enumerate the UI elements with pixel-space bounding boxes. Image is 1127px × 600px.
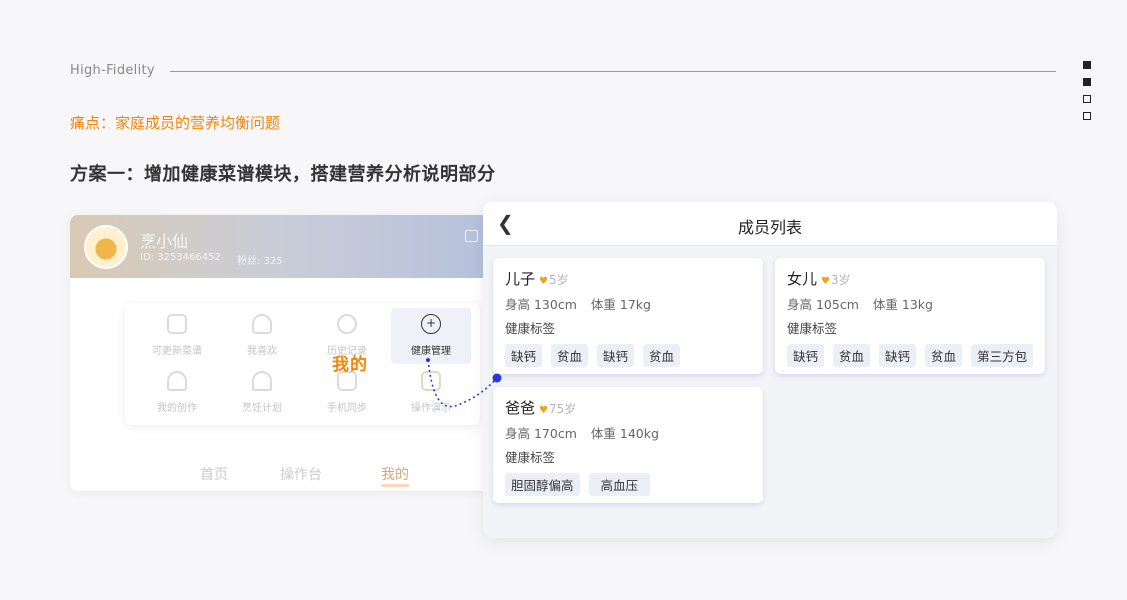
member-age: 3岁 [830, 273, 851, 287]
grid-item-cooking-plan[interactable]: 烹饪计划 [222, 365, 302, 421]
nav-tab-workbench[interactable]: 操作台 [280, 464, 322, 484]
member-age: 5岁 [548, 273, 569, 287]
grid-item-favorites[interactable]: 我喜欢 [222, 308, 302, 364]
grid-item-label: 手机同步 [327, 403, 367, 414]
grid-item-label: 我的创作 [157, 403, 197, 414]
crown-icon: ♥ [821, 276, 830, 287]
member-weight: 体重 17kg [590, 297, 651, 312]
avatar[interactable] [84, 225, 128, 269]
member-height: 身高 170cm [505, 426, 577, 441]
nav-tab-mine[interactable]: 我的 [381, 464, 409, 487]
recipe-edit-icon [167, 314, 187, 334]
crown-icon: ♥ [539, 405, 548, 416]
member-list-header: ❮ 成员列表 [483, 202, 1057, 246]
grid-item-label: 烹饪计划 [242, 403, 282, 414]
grid-item-recipe-update[interactable]: 可更新菜谱 [137, 308, 217, 364]
grid-item-label: 可更新菜谱 [152, 346, 202, 357]
health-tag[interactable]: 贫血 [925, 344, 963, 367]
chef-hat-icon [167, 371, 187, 391]
member-card-daughter[interactable]: 女儿 ♥ 3岁 身高 105cm 体重 13kg 健康标签 缺钙 贫血 缺钙 贫血… [775, 258, 1045, 374]
high-fidelity-label: High-Fidelity [70, 63, 155, 78]
header-divider [170, 71, 1056, 72]
grid-item-creations[interactable]: 我的创作 [137, 365, 217, 421]
history-icon [337, 314, 357, 334]
health-tag[interactable]: 缺钙 [787, 344, 825, 367]
mine-callout: 我的 [332, 355, 368, 375]
cloche-icon [252, 371, 272, 391]
grid-item-label: 我喜欢 [247, 346, 277, 357]
pager-dot-3[interactable] [1083, 95, 1091, 103]
health-tags-label: 健康标签 [505, 450, 556, 465]
member-weight: 体重 13kg [872, 297, 933, 312]
member-name: 女儿 [787, 270, 818, 288]
member-name: 儿子 [505, 270, 536, 288]
member-height: 身高 105cm [787, 297, 859, 312]
health-tag[interactable]: 贫血 [551, 344, 589, 367]
pain-point-text: 痛点：家庭成员的营养均衡问题 [70, 114, 281, 132]
health-tags: 缺钙 贫血 缺钙 贫血 [505, 344, 751, 367]
grid-item-label: 操作演示 [411, 403, 451, 414]
health-tag[interactable]: 缺钙 [597, 344, 635, 367]
pager-dot-4[interactable] [1083, 112, 1091, 120]
health-drop-icon: + [421, 314, 441, 334]
profile-card-icon[interactable] [465, 230, 478, 242]
health-tag[interactable]: 胆固醇偏高 [505, 473, 580, 496]
health-tags-label: 健康标签 [787, 321, 838, 336]
health-tag[interactable]: 第三方包 [971, 344, 1034, 367]
health-tags: 缺钙 贫血 缺钙 贫血 第三方包 [787, 344, 1034, 367]
profile-screen-mock: 烹小仙 ID: 3253466452 粉丝: 325 可更新菜谱 我喜欢 历史记… [70, 215, 490, 491]
health-tags-label: 健康标签 [505, 321, 556, 336]
crown-icon: ♥ [539, 276, 548, 287]
grid-item-health-management[interactable]: + 健康管理 [391, 308, 471, 364]
member-name: 爸爸 [505, 399, 536, 417]
heart-icon [252, 314, 272, 334]
member-list-title: 成员列表 [737, 218, 802, 237]
slide-pager [1083, 61, 1092, 129]
user-id: ID: 3253466452 [140, 252, 221, 263]
member-weight: 体重 140kg [590, 426, 659, 441]
health-tag[interactable]: 贫血 [833, 344, 871, 367]
profile-header: 烹小仙 ID: 3253466452 粉丝: 325 [70, 215, 490, 278]
health-tag[interactable]: 缺钙 [505, 344, 543, 367]
pager-dot-2[interactable] [1083, 78, 1091, 86]
member-height: 身高 130cm [505, 297, 577, 312]
user-name: 烹小仙 [140, 232, 189, 251]
member-card-dad[interactable]: 爸爸 ♥ 75岁 身高 170cm 体重 140kg 健康标签 胆固醇偏高 高血压 [493, 387, 763, 503]
grid-item-demo[interactable]: 操作演示 [391, 365, 471, 421]
health-tag[interactable]: 贫血 [643, 344, 681, 367]
member-card-son[interactable]: 儿子 ♥ 5岁 身高 130cm 体重 17kg 健康标签 缺钙 贫血 缺钙 贫血 [493, 258, 763, 374]
demo-icon [421, 371, 441, 391]
user-fans: 粉丝: 325 [237, 256, 283, 267]
feature-grid: 可更新菜谱 我喜欢 历史记录 + 健康管理 我的创作 烹饪计划 手机同步 操作演 [125, 303, 480, 425]
health-tag[interactable]: 缺钙 [879, 344, 917, 367]
health-tag[interactable]: 高血压 [588, 473, 651, 496]
health-tags: 胆固醇偏高 高血压 [505, 473, 751, 496]
nav-tab-home[interactable]: 首页 [200, 464, 228, 484]
pager-dot-1[interactable] [1083, 61, 1091, 69]
member-list-screen: ❮ 成员列表 儿子 ♥ 5岁 身高 130cm 体重 17kg 健康标签 缺钙 贫… [483, 202, 1057, 538]
member-age: 75岁 [548, 402, 577, 416]
grid-item-label: 健康管理 [411, 346, 451, 357]
plan-heading: 方案一：增加健康菜谱模块，搭建营养分析说明部分 [70, 164, 496, 185]
